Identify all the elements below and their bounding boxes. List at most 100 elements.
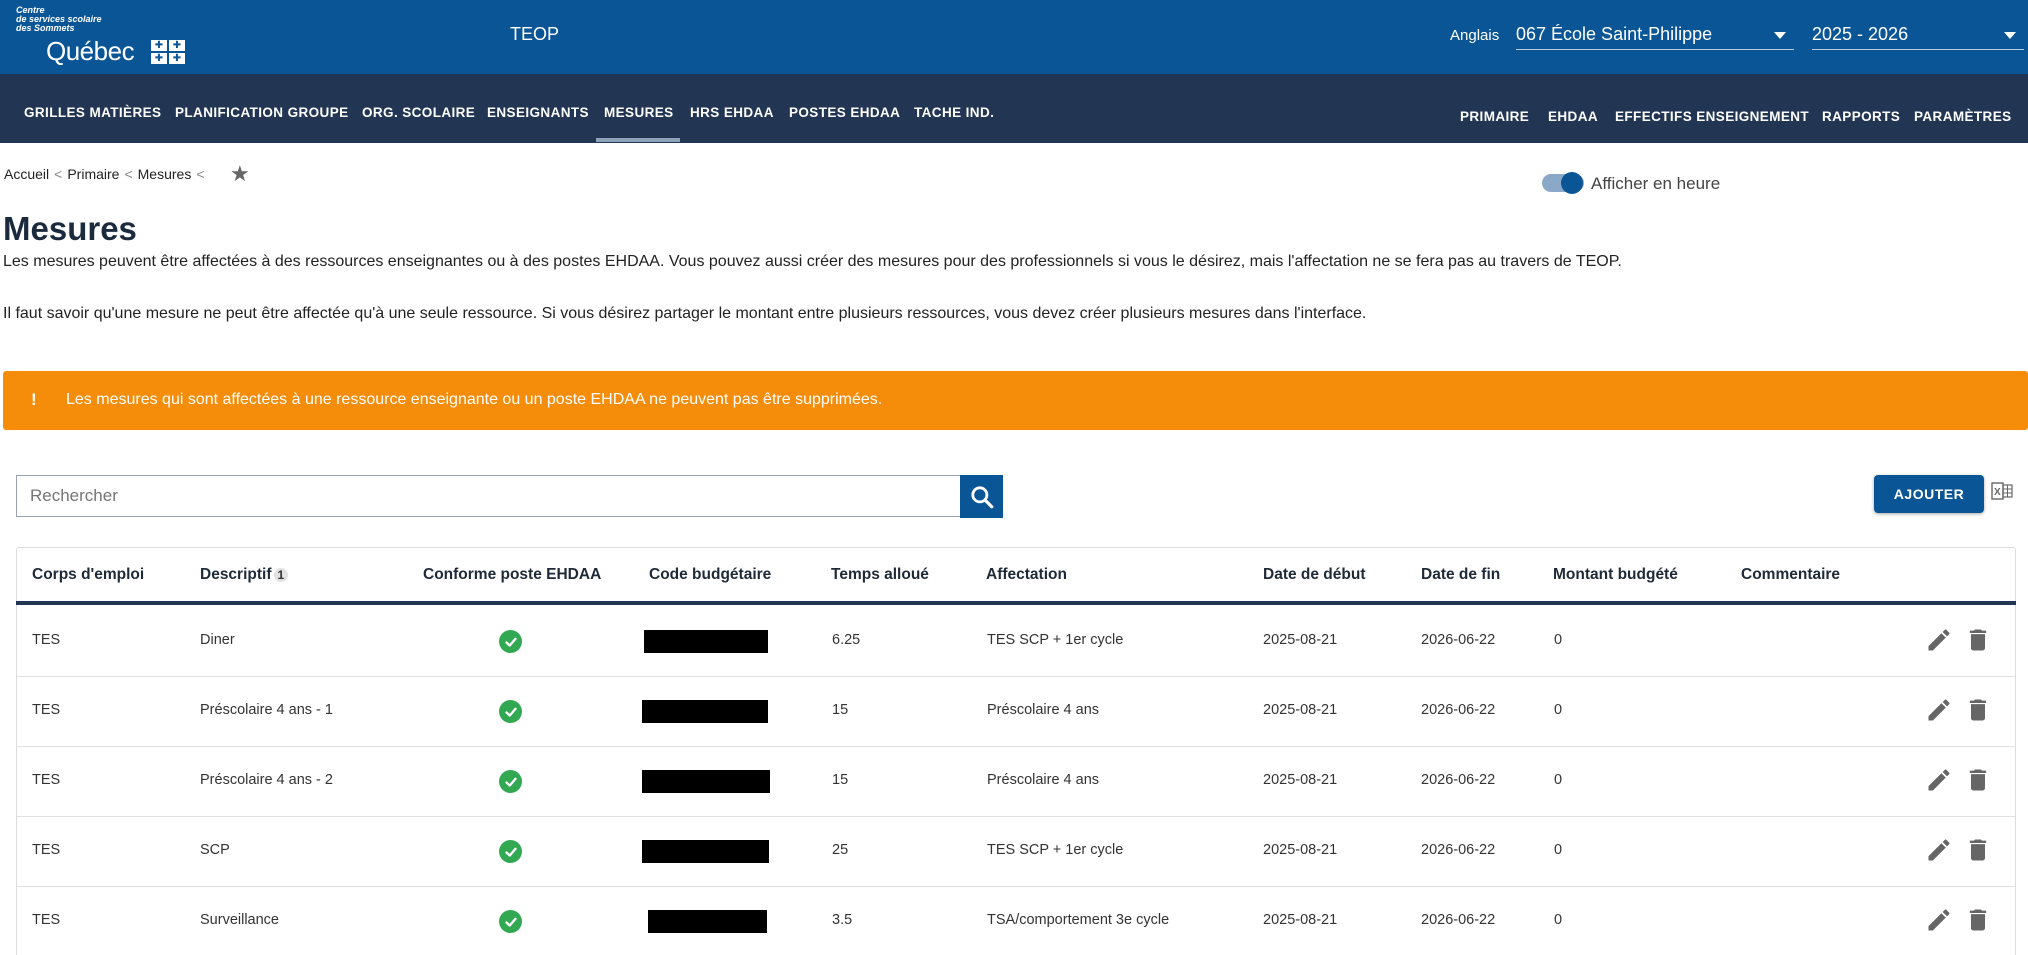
cell-descriptif: Préscolaire 4 ans - 2: [200, 772, 333, 788]
col-temps[interactable]: Temps alloué: [831, 566, 929, 584]
cell-montant: 0: [1554, 912, 1563, 928]
logo-name: Québec: [46, 36, 135, 66]
sort-badge: 1: [273, 568, 289, 582]
edit-pencil-icon[interactable]: [1925, 835, 1953, 865]
cell-debut: 2025-08-21: [1263, 632, 1338, 648]
fleur-de-lis-icon: ✚ ✚ ✚ ✚: [151, 40, 185, 64]
dropdown-caret-icon: [1774, 32, 1786, 39]
delete-trash-icon[interactable]: [1964, 625, 1992, 655]
warning-banner: ! Les mesures qui sont affectées à une r…: [3, 371, 2028, 430]
delete-trash-icon[interactable]: [1964, 765, 1992, 795]
cell-descriptif: Préscolaire 4 ans - 1: [200, 702, 333, 718]
col-fin[interactable]: Date de fin: [1421, 566, 1500, 584]
search-icon: [970, 485, 993, 508]
cell-temps: 6.25: [832, 632, 861, 648]
cell-fin: 2026-06-22: [1421, 702, 1496, 718]
nav-postes-ehdaa[interactable]: POSTES EHDAA: [789, 105, 900, 120]
cell-descriptif: Diner: [200, 632, 235, 648]
col-code[interactable]: Code budgétaire: [649, 566, 771, 584]
nav-rapports[interactable]: RAPPORTS: [1822, 109, 1900, 124]
check-circle-icon: [499, 700, 522, 723]
cell-montant: 0: [1554, 702, 1563, 718]
delete-trash-icon[interactable]: [1964, 695, 1992, 725]
col-affectation[interactable]: Affectation: [986, 566, 1067, 584]
col-montant[interactable]: Montant budgété: [1553, 566, 1678, 584]
school-select[interactable]: 067 École Saint-Philippe: [1516, 20, 1794, 50]
cell-fin: 2026-06-22: [1421, 772, 1496, 788]
nav-parametres[interactable]: PARAMÈTRES: [1914, 109, 2012, 124]
check-circle-icon: [499, 770, 522, 793]
main-nav: GRILLES MATIÈRES PLANIFICATION GROUPE OR…: [0, 74, 2028, 143]
nav-planification-groupe[interactable]: PLANIFICATION GROUPE: [175, 105, 349, 120]
cell-montant: 0: [1554, 632, 1563, 648]
delete-trash-icon[interactable]: [1964, 835, 1992, 865]
cell-temps: 3.5: [832, 912, 853, 928]
nav-grilles-matieres[interactable]: GRILLES MATIÈRES: [24, 105, 161, 120]
breadcrumb: Accueil < Primaire < Mesures <: [4, 166, 205, 182]
cell-montant: 0: [1554, 842, 1563, 858]
cell-affectation: Préscolaire 4 ans: [987, 702, 1100, 718]
edit-pencil-icon[interactable]: [1925, 695, 1953, 725]
search-input[interactable]: [16, 475, 960, 517]
nav-effectifs-enseignement[interactable]: EFFECTIFS ENSEIGNEMENT: [1615, 109, 1809, 124]
app-name: TEOP: [510, 24, 560, 44]
logo-line-3: des Sommets: [16, 23, 75, 33]
col-conforme[interactable]: Conforme poste EHDAA: [423, 566, 601, 584]
add-button[interactable]: AJOUTER: [1874, 475, 1984, 513]
cell-corps: TES: [32, 912, 61, 928]
redacted-code-budgetaire: [644, 630, 768, 653]
cell-affectation: TSA/comportement 3e cycle: [987, 912, 1170, 928]
check-circle-icon: [499, 630, 522, 653]
col-commentaire[interactable]: Commentaire: [1741, 566, 1840, 584]
cell-debut: 2025-08-21: [1263, 772, 1338, 788]
nav-org-scolaire[interactable]: ORG. SCOLAIRE: [362, 105, 475, 120]
cell-corps: TES: [32, 842, 61, 858]
check-circle-icon: [499, 840, 522, 863]
col-descriptif-label: Descriptif: [200, 566, 272, 583]
breadcrumb-accueil[interactable]: Accueil: [4, 166, 49, 182]
col-descriptif[interactable]: Descriptif 1: [200, 566, 289, 584]
edit-pencil-icon[interactable]: [1925, 765, 1953, 795]
excel-export-icon[interactable]: X: [1991, 481, 2013, 501]
cell-debut: 2025-08-21: [1263, 702, 1338, 718]
redacted-code-budgetaire: [642, 700, 768, 723]
nav-tache-ind[interactable]: TACHE IND.: [914, 105, 994, 120]
delete-trash-icon[interactable]: [1964, 905, 1992, 935]
cell-fin: 2026-06-22: [1421, 912, 1496, 928]
cell-descriptif: Surveillance: [200, 912, 279, 928]
logo[interactable]: Centre de services scolaire des Sommets …: [16, 6, 185, 66]
cell-temps: 25: [832, 842, 849, 858]
cell-affectation: TES SCP + 1er cycle: [987, 842, 1124, 858]
check-circle-icon: [499, 910, 522, 933]
school-select-value: 067 École Saint-Philippe: [1516, 24, 1713, 44]
col-corps[interactable]: Corps d'emploi: [32, 566, 144, 584]
description-1: Les mesures peuvent être affectées à des…: [3, 253, 1622, 270]
svg-text:X: X: [1994, 487, 2001, 498]
nav-enseignants[interactable]: ENSEIGNANTS: [487, 105, 589, 120]
search-button[interactable]: [960, 475, 1003, 518]
hours-toggle-knob[interactable]: [1561, 172, 1583, 194]
language-label: Anglais: [1450, 27, 1500, 44]
nav-mesures[interactable]: MESURES: [604, 105, 674, 120]
warning-icon: !: [31, 390, 37, 409]
col-debut[interactable]: Date de début: [1263, 566, 1365, 584]
cell-corps: TES: [32, 702, 61, 718]
edit-pencil-icon[interactable]: [1925, 905, 1953, 935]
cell-debut: 2025-08-21: [1263, 842, 1338, 858]
breadcrumb-primaire[interactable]: Primaire: [67, 166, 119, 182]
redacted-code-budgetaire: [642, 840, 769, 863]
dropdown-caret-icon: [2004, 32, 2016, 39]
cell-fin: 2026-06-22: [1421, 842, 1496, 858]
breadcrumb-mesures[interactable]: Mesures: [138, 166, 192, 182]
table-header-divider: [16, 601, 2016, 605]
cell-affectation: TES SCP + 1er cycle: [987, 632, 1124, 648]
page-title: Mesures: [3, 210, 137, 247]
nav-hrs-ehdaa[interactable]: HRS EHDAA: [690, 105, 774, 120]
cell-fin: 2026-06-22: [1421, 632, 1496, 648]
edit-pencil-icon[interactable]: [1925, 625, 1953, 655]
redacted-code-budgetaire: [642, 770, 770, 793]
nav-primaire[interactable]: PRIMAIRE: [1460, 109, 1529, 124]
nav-ehdaa[interactable]: EHDAA: [1548, 109, 1598, 124]
favorite-star-icon[interactable]: ★: [230, 161, 250, 187]
year-select[interactable]: 2025 - 2026: [1812, 20, 2024, 50]
